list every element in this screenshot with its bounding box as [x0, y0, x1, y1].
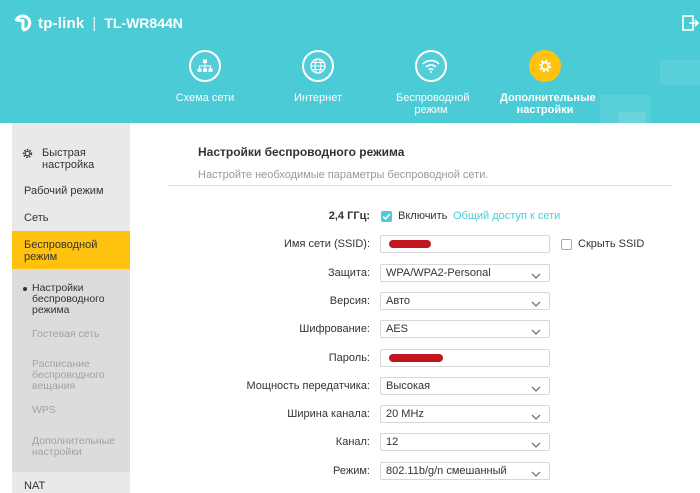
redaction-mark — [389, 240, 431, 248]
select-value: AES — [386, 323, 409, 335]
sidebar: Быстрая настройка Рабочий режим Сеть Бес… — [12, 123, 130, 493]
select-value: WPA/WPA2-Personal — [386, 267, 491, 279]
sidebar-subitem-guest-network[interactable]: Гостевая сеть — [32, 329, 100, 340]
chevron-down-icon — [531, 467, 541, 483]
globe-icon — [302, 50, 334, 82]
network-sharing-link[interactable]: Общий доступ к сети — [453, 210, 560, 222]
brand-separator: | — [92, 14, 97, 32]
network-map-icon — [189, 50, 221, 82]
sidebar-item-quick-setup[interactable]: Быстрая настройка — [22, 147, 112, 171]
channel-width-label: Ширина канала: — [287, 408, 370, 420]
sidebar-item-network[interactable]: Сеть — [24, 212, 48, 224]
redaction-mark — [389, 354, 443, 362]
mode-select[interactable]: 802.11b/g/n смешанный — [380, 462, 550, 480]
nav-wireless[interactable]: Беспроводной режим — [376, 50, 486, 116]
password-label: Пароль: — [328, 352, 370, 364]
hide-ssid-label: Скрыть SSID — [578, 238, 645, 250]
sidebar-item-label: Беспроводной режим — [24, 239, 98, 263]
chevron-down-icon — [531, 410, 541, 426]
logout-icon[interactable] — [681, 14, 700, 32]
wifi-icon — [415, 50, 447, 82]
encryption-label: Шифрование: — [299, 323, 370, 335]
sidebar-item-wireless[interactable]: Беспроводной режим — [12, 231, 130, 269]
sidebar-subitem-advanced[interactable]: Дополнительные настройки — [32, 436, 122, 458]
page-title: Настройки беспроводного режима — [198, 145, 405, 159]
sidebar-subitem-wireless-schedule[interactable]: Расписание беспроводного вещания — [32, 359, 112, 392]
sidebar-subitem-label: Гостевая сеть — [32, 328, 100, 340]
sidebar-subitem-label: Настройки беспроводного режима — [32, 282, 105, 316]
channel-select[interactable]: 12 — [380, 433, 550, 451]
select-value: 12 — [386, 436, 399, 448]
nav-internet[interactable]: Интернет — [263, 50, 373, 104]
nav-label: Беспроводной режим — [396, 92, 470, 116]
chevron-down-icon — [531, 297, 541, 313]
channel-label: Канал: — [335, 436, 370, 448]
tp-link-logo-icon — [12, 12, 34, 34]
enable-band-checkbox[interactable] — [381, 211, 392, 222]
sidebar-subitem-label: WPS — [32, 404, 56, 416]
security-label: Защита: — [327, 267, 370, 279]
chevron-down-icon — [531, 438, 541, 454]
nav-label: Интернет — [294, 92, 342, 104]
model-name: TL-WR844N — [104, 15, 183, 31]
sidebar-item-label: Рабочий режим — [24, 185, 104, 197]
select-value: Авто — [386, 295, 410, 307]
chevron-down-icon — [531, 325, 541, 341]
sidebar-item-operation-mode[interactable]: Рабочий режим — [24, 185, 104, 197]
select-value: 20 MHz — [386, 408, 424, 420]
chevron-down-icon — [531, 269, 541, 285]
select-value: 802.11b/g/n смешанный — [386, 465, 507, 477]
gear-icon — [22, 148, 33, 162]
encryption-select[interactable]: AES — [380, 320, 550, 338]
decor-block — [660, 60, 700, 85]
bullet-icon — [23, 287, 27, 291]
ssid-input[interactable] — [380, 235, 550, 253]
sidebar-item-label: NAT — [24, 480, 46, 492]
sidebar-item-nat[interactable]: NAT — [24, 480, 45, 492]
mode-label: Режим: — [333, 465, 370, 477]
nav-label: Дополнительные настройки — [500, 92, 596, 116]
sidebar-item-label: Быстрая настройка — [42, 147, 95, 171]
sidebar-submenu: Настройки беспроводного режима Гостевая … — [12, 269, 130, 472]
security-select[interactable]: WPA/WPA2-Personal — [380, 264, 550, 282]
sidebar-subitem-label: Дополнительные настройки — [32, 435, 116, 458]
divider — [168, 185, 672, 186]
top-header: tp-link | TL-WR844N Схема сети Интернет … — [0, 0, 700, 123]
enable-band-label: Включить — [398, 210, 448, 222]
nav-network-map[interactable]: Схема сети — [150, 50, 260, 104]
nav-advanced[interactable]: Дополнительные настройки — [490, 50, 600, 116]
select-value: Высокая — [386, 380, 431, 392]
version-select[interactable]: Авто — [380, 292, 550, 310]
password-input[interactable] — [380, 349, 550, 367]
brand-logo[interactable]: tp-link | TL-WR844N — [12, 12, 183, 34]
brand-name: tp-link — [38, 14, 85, 32]
hide-ssid-checkbox[interactable] — [561, 239, 572, 250]
nav-label: Схема сети — [175, 92, 235, 104]
sidebar-subitem-wps[interactable]: WPS — [32, 405, 56, 416]
channel-width-select[interactable]: 20 MHz — [380, 405, 550, 423]
tx-power-select[interactable]: Высокая — [380, 377, 550, 395]
sidebar-item-label: Сеть — [24, 212, 49, 224]
sidebar-subitem-label: Расписание беспроводного вещания — [32, 358, 105, 392]
ssid-label: Имя сети (SSID): — [283, 238, 370, 250]
sidebar-subitem-wireless-settings[interactable]: Настройки беспроводного режима — [23, 282, 112, 316]
version-label: Версия: — [329, 295, 370, 307]
decor-block — [618, 112, 646, 123]
page-subtitle: Настройте необходимые параметры беспрово… — [198, 169, 489, 181]
gear-icon — [529, 50, 561, 82]
band-label: 2,4 ГГц: — [328, 210, 370, 222]
main-content: Настройки беспроводного режима Настройте… — [130, 123, 700, 493]
chevron-down-icon — [531, 382, 541, 398]
tx-power-label: Мощность передатчика: — [246, 380, 370, 392]
